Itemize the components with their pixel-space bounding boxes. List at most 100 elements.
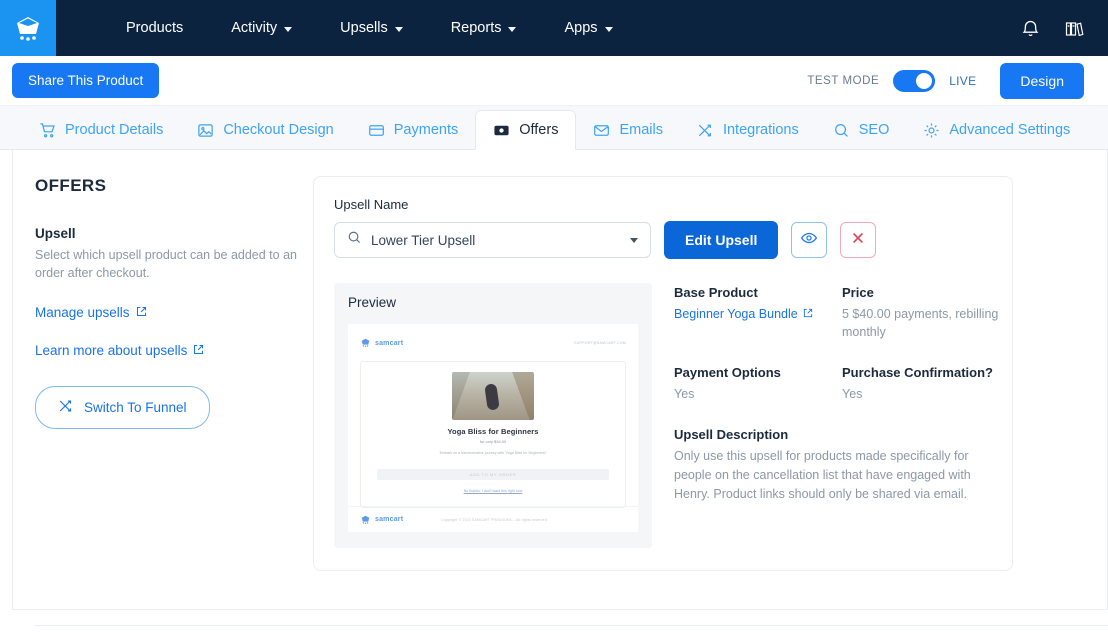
preview-product-description: Embark on a transformative journey with …: [439, 451, 547, 455]
preview-add-to-order-button[interactable]: ADD TO MY ORDER: [377, 469, 609, 481]
preview-mock-header: samcart SUPPORT@SAMCART.COM: [360, 334, 626, 352]
payment-options-label: Payment Options: [674, 365, 781, 381]
search-icon: [833, 122, 850, 139]
upsell-details: Base Product Beginner Yoga Bundle Price …: [674, 283, 1014, 548]
edit-upsell-button[interactable]: Edit Upsell: [664, 221, 779, 259]
preview-product-heading: Yoga Bliss for Beginners: [447, 427, 539, 436]
upsell-description-value: Only use this upsell for products made s…: [674, 449, 971, 501]
base-product-field: Base Product Beginner Yoga Bundle: [674, 285, 842, 341]
nav-item-products[interactable]: Products: [102, 0, 207, 56]
product-tab-bar: Product Details Checkout Design Payments: [0, 106, 1108, 150]
sub-toolbar-right: TEST MODE LIVE Design: [807, 62, 1084, 99]
share-this-product-button[interactable]: Share This Product: [12, 63, 160, 98]
preview-mock-page[interactable]: samcart SUPPORT@SAMCART.COM Yoga Bliss f…: [348, 324, 638, 532]
offers-icon: [493, 122, 510, 139]
preview-footer-logo: samcart: [360, 511, 403, 529]
tab-offers[interactable]: Offers: [475, 110, 577, 150]
preview-mock-footer: samcart Copyright © 2023 SAMCART PRODIGI…: [348, 506, 638, 532]
tab-integrations[interactable]: Integrations: [680, 111, 816, 149]
close-x-icon: [850, 230, 866, 251]
tab-product-details-label: Product Details: [65, 122, 164, 138]
upsell-section-title: Upsell: [35, 226, 76, 241]
upsell-description-field: Upsell Description Only use this upsell …: [674, 427, 1014, 503]
base-product-label: Base Product: [674, 285, 758, 300]
shuffle-icon: [58, 398, 74, 417]
tab-checkout-design[interactable]: Checkout Design: [180, 111, 350, 149]
price-label: Price: [842, 285, 874, 300]
tab-advanced-settings-label: Advanced Settings: [949, 122, 1071, 138]
base-product-value: Beginner Yoga Bundle: [674, 307, 798, 321]
tab-seo-label: SEO: [858, 122, 890, 138]
preview-product-image: [452, 372, 534, 420]
tab-payments[interactable]: Payments: [351, 111, 475, 149]
nav-item-upsells-label: Upsells: [340, 20, 388, 36]
toggle-knob: [916, 72, 933, 89]
search-icon: [347, 230, 362, 250]
details-row-2: Payment Options Yes Purchase Confirmatio…: [674, 365, 1014, 403]
upsell-description-label: Upsell Description: [674, 427, 789, 443]
envelope-icon: [593, 122, 610, 139]
preview-footer-logo-text: samcart: [375, 516, 404, 523]
delete-upsell-button[interactable]: [840, 222, 877, 258]
preview-copyright: Copyright © 2023 SAMCART PRODIGIES – All…: [441, 517, 547, 522]
tab-payments-label: Payments: [393, 122, 459, 138]
nav-item-apps[interactable]: Apps: [540, 0, 636, 56]
base-product-link[interactable]: Beginner Yoga Bundle: [674, 307, 813, 321]
manage-upsells-link[interactable]: Manage upsells: [35, 305, 299, 320]
nav-item-reports-label: Reports: [450, 20, 502, 36]
samcart-logo-icon[interactable]: [0, 0, 56, 56]
preview-logo-text: samcart: [375, 339, 404, 347]
samcart-logo-icon: [360, 334, 371, 352]
upsell-section-description: Select which upsell product can be added…: [35, 248, 297, 281]
eye-icon: [800, 229, 818, 252]
preview-title: Preview: [348, 295, 397, 310]
payment-options-value: Yes: [674, 387, 695, 402]
credit-card-icon: [368, 122, 385, 139]
bell-icon[interactable]: [1022, 19, 1039, 38]
design-button[interactable]: Design: [1000, 62, 1084, 99]
upsell-preview-panel: Preview samcart SUPPORT@SAMCART.COM Yoga…: [334, 283, 652, 548]
details-row-1: Base Product Beginner Yoga Bundle Price …: [674, 285, 1014, 341]
live-label: LIVE: [949, 73, 977, 88]
nav-item-reports[interactable]: Reports: [427, 0, 541, 56]
switch-to-funnel-button[interactable]: Switch To Funnel: [35, 386, 210, 430]
samcart-logo-icon: [360, 511, 371, 529]
payment-options-field: Payment Options Yes: [674, 365, 842, 403]
tab-emails-label: Emails: [619, 122, 663, 138]
tab-advanced-settings[interactable]: Advanced Settings: [906, 111, 1087, 149]
purchase-confirmation-value: Yes: [842, 387, 863, 402]
price-value: 5 $40.00 payments, rebilling monthly: [842, 307, 999, 340]
preview-decline-link[interactable]: No thanks, I don't want this right now: [377, 489, 609, 493]
nav-item-activity[interactable]: Activity: [207, 0, 316, 56]
nav-item-upsells[interactable]: Upsells: [316, 0, 427, 56]
cart-icon: [39, 122, 56, 139]
sub-toolbar: Share This Product TEST MODE LIVE Design: [0, 56, 1108, 106]
external-link-icon: [193, 343, 204, 358]
test-mode-label: TEST MODE: [807, 74, 880, 87]
test-mode-toggle[interactable]: [893, 69, 936, 92]
purchase-confirmation-field: Purchase Confirmation? Yes: [842, 365, 1014, 403]
nav-item-activity-label: Activity: [231, 20, 278, 36]
offers-panel: OFFERS Upsell Select which upsell produc…: [12, 150, 1108, 610]
offers-sidebar: OFFERS Upsell Select which upsell produc…: [35, 176, 313, 571]
upsell-name-label: Upsell Name: [334, 197, 409, 212]
chevron-down-icon: [508, 26, 517, 32]
chevron-down-icon: [394, 26, 403, 32]
preview-logo: samcart: [360, 334, 403, 352]
page-title: OFFERS: [35, 176, 107, 195]
learn-more-upsells-link[interactable]: Learn more about upsells: [35, 343, 299, 358]
nav-item-products-label: Products: [126, 20, 184, 36]
tab-product-details[interactable]: Product Details: [22, 111, 180, 149]
tab-emails[interactable]: Emails: [576, 111, 680, 149]
tab-seo[interactable]: SEO: [816, 111, 907, 149]
upsell-select[interactable]: Lower Tier Upsell: [334, 222, 651, 258]
tab-checkout-design-label: Checkout Design: [223, 122, 334, 138]
purchase-confirmation-label: Purchase Confirmation?: [842, 365, 993, 381]
external-link-icon: [136, 305, 147, 320]
primary-nav-links: Products Activity Upsells Reports Apps: [56, 0, 637, 56]
page-divider: [34, 625, 1108, 626]
manage-upsells-label: Manage upsells: [35, 305, 130, 321]
preview-upsell-button[interactable]: [791, 222, 828, 258]
nav-item-apps-label: Apps: [564, 20, 598, 36]
books-icon[interactable]: [1065, 19, 1084, 38]
